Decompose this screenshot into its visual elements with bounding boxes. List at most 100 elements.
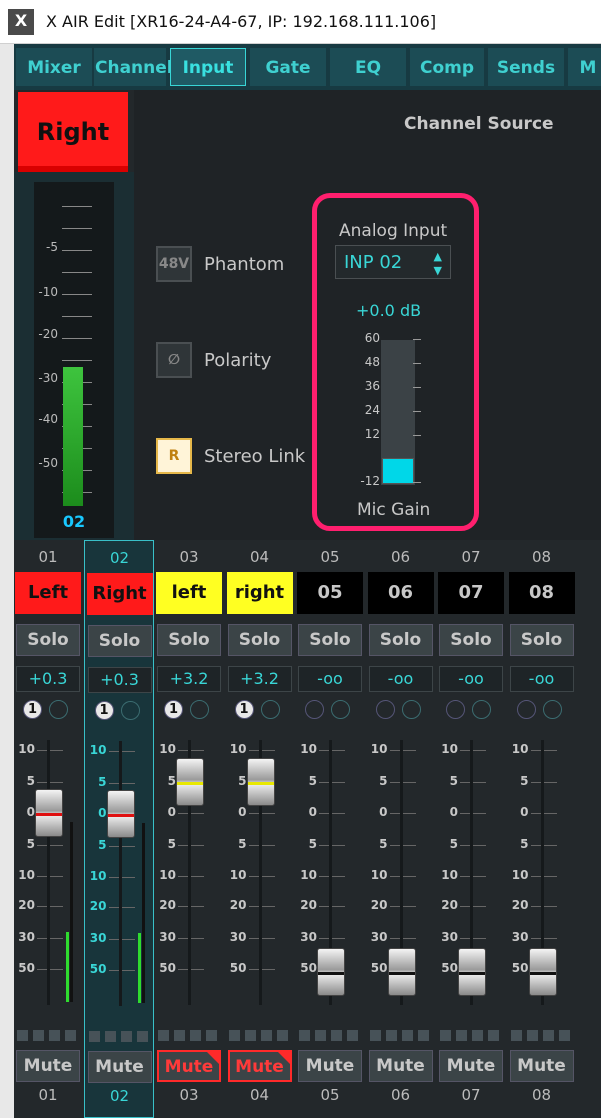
link-indicator-2[interactable] [331, 700, 350, 719]
solo-button[interactable]: Solo [509, 624, 574, 656]
fader-tick [530, 845, 557, 846]
fader-cap[interactable] [246, 758, 275, 806]
fader-cap[interactable] [106, 790, 135, 838]
fader-scale-label: 0 [98, 806, 107, 820]
trim-value[interactable]: +3.2 [157, 666, 221, 692]
mute-button[interactable]: Mute [157, 1050, 221, 1082]
fader-tick [248, 906, 275, 907]
fader-tick [460, 813, 486, 814]
fader-cap[interactable] [387, 948, 416, 996]
fader-scale-label: 0 [238, 805, 247, 819]
mute-button[interactable]: Mute [16, 1050, 80, 1082]
trim-value[interactable]: -oo [439, 666, 503, 692]
fader-tick [389, 782, 416, 783]
mute-button[interactable]: Mute [439, 1050, 503, 1082]
link-indicator[interactable]: 1 [164, 700, 183, 719]
link-indicator-2[interactable] [260, 700, 280, 719]
fader-tick [248, 938, 275, 939]
strip-name[interactable]: Left [15, 572, 81, 614]
channel-name[interactable]: Right [18, 92, 128, 172]
trim-value[interactable]: +0.3 [16, 666, 80, 692]
mute-button[interactable]: Mute [87, 1051, 152, 1083]
link-indicator[interactable] [516, 700, 536, 719]
link-indicator[interactable]: 1 [234, 700, 254, 719]
gain-slider-fill[interactable] [382, 458, 414, 484]
fader-cap-line [318, 972, 344, 975]
tab-comp[interactable]: Comp [410, 48, 484, 86]
mute-corner-icon [207, 1052, 219, 1064]
tab-eq[interactable]: EQ [330, 48, 406, 86]
trim-value[interactable]: +0.3 [87, 667, 152, 693]
polarity-button[interactable]: ∅ [156, 342, 192, 378]
fader-cap[interactable] [458, 948, 486, 996]
solo-button[interactable]: Solo [16, 624, 80, 656]
status-square [510, 1030, 522, 1041]
link-indicator-2[interactable] [49, 700, 68, 719]
strip-name[interactable]: 05 [297, 572, 363, 614]
mute-button[interactable]: Mute [368, 1050, 433, 1082]
solo-button[interactable]: Solo [227, 624, 292, 656]
mute-button[interactable]: Mute [298, 1050, 362, 1082]
trim-value[interactable]: +3.2 [227, 666, 292, 692]
fader-scale-label: 5 [98, 775, 107, 789]
tab-gate[interactable]: Gate [250, 48, 326, 86]
status-square [244, 1030, 256, 1041]
solo-button[interactable]: Solo [298, 624, 362, 656]
fader-cap[interactable] [35, 789, 63, 837]
tab-sends[interactable]: Sends [488, 48, 564, 86]
link-indicator[interactable] [446, 700, 465, 719]
link-indicator-2[interactable] [542, 700, 562, 719]
link-indicator[interactable] [305, 700, 324, 719]
fader-scale-label: 20 [441, 898, 458, 912]
trim-value[interactable]: -oo [298, 666, 362, 692]
solo-button[interactable]: Solo [157, 624, 221, 656]
link-indicator-2[interactable] [472, 700, 491, 719]
fader-track[interactable] [118, 741, 122, 1006]
strip-name[interactable]: Right [86, 573, 153, 615]
fader-scale-label: 0 [167, 805, 176, 819]
stereo-link-button[interactable]: R [156, 438, 192, 474]
tab-mixer[interactable]: Mixer [16, 48, 92, 86]
fader-tick [248, 813, 275, 814]
solo-button[interactable]: Solo [87, 625, 152, 657]
status-square [120, 1031, 132, 1042]
solo-button[interactable]: Solo [439, 624, 503, 656]
updown-arrows-icon: ▲ ▼ [433, 250, 442, 277]
mute-button[interactable]: Mute [509, 1050, 574, 1082]
fader-tick [319, 782, 345, 783]
fader-cap[interactable] [528, 948, 557, 996]
fader-tick [460, 782, 486, 783]
fader-tick [530, 750, 557, 751]
link-indicator[interactable]: 1 [94, 701, 114, 720]
fader-scale-label: 10 [300, 742, 317, 756]
link-indicator[interactable]: 1 [23, 700, 42, 719]
link-indicator-2[interactable] [401, 700, 421, 719]
tab-channel[interactable]: Channel [94, 48, 173, 86]
tab-more[interactable]: M [568, 48, 601, 86]
strip-name[interactable]: 08 [508, 572, 575, 614]
meter-tick [62, 272, 92, 273]
trim-value[interactable]: -oo [368, 666, 433, 692]
fader-cap[interactable] [176, 758, 204, 806]
fader-track[interactable] [47, 740, 50, 1005]
link-indicator-2[interactable] [190, 700, 209, 719]
trim-value[interactable]: -oo [509, 666, 574, 692]
tab-input[interactable]: Input [170, 48, 246, 86]
mute-button[interactable]: Mute [227, 1050, 292, 1082]
strip-name[interactable]: 06 [367, 572, 434, 614]
fader-scale-label: 10 [89, 743, 107, 757]
status-square [331, 1030, 342, 1041]
channel-strip: 05 05 Solo -oo 10 5 0 5 10 20 30 50 Mute 05 [295, 540, 365, 1118]
phantom-48v-button[interactable]: 48V [156, 246, 192, 282]
strip-name[interactable]: right [226, 572, 293, 614]
level-meter-bg [70, 822, 73, 1002]
fader-tick [389, 938, 416, 939]
link-indicator-2[interactable] [120, 701, 140, 720]
fader-scale-label: 0 [308, 805, 317, 819]
link-indicator[interactable] [375, 700, 395, 719]
source-select[interactable]: INP 02 ▲ ▼ [335, 245, 451, 279]
strip-name[interactable]: 07 [438, 572, 504, 614]
fader-cap[interactable] [317, 948, 345, 996]
strip-name[interactable]: left [156, 572, 222, 614]
solo-button[interactable]: Solo [368, 624, 433, 656]
